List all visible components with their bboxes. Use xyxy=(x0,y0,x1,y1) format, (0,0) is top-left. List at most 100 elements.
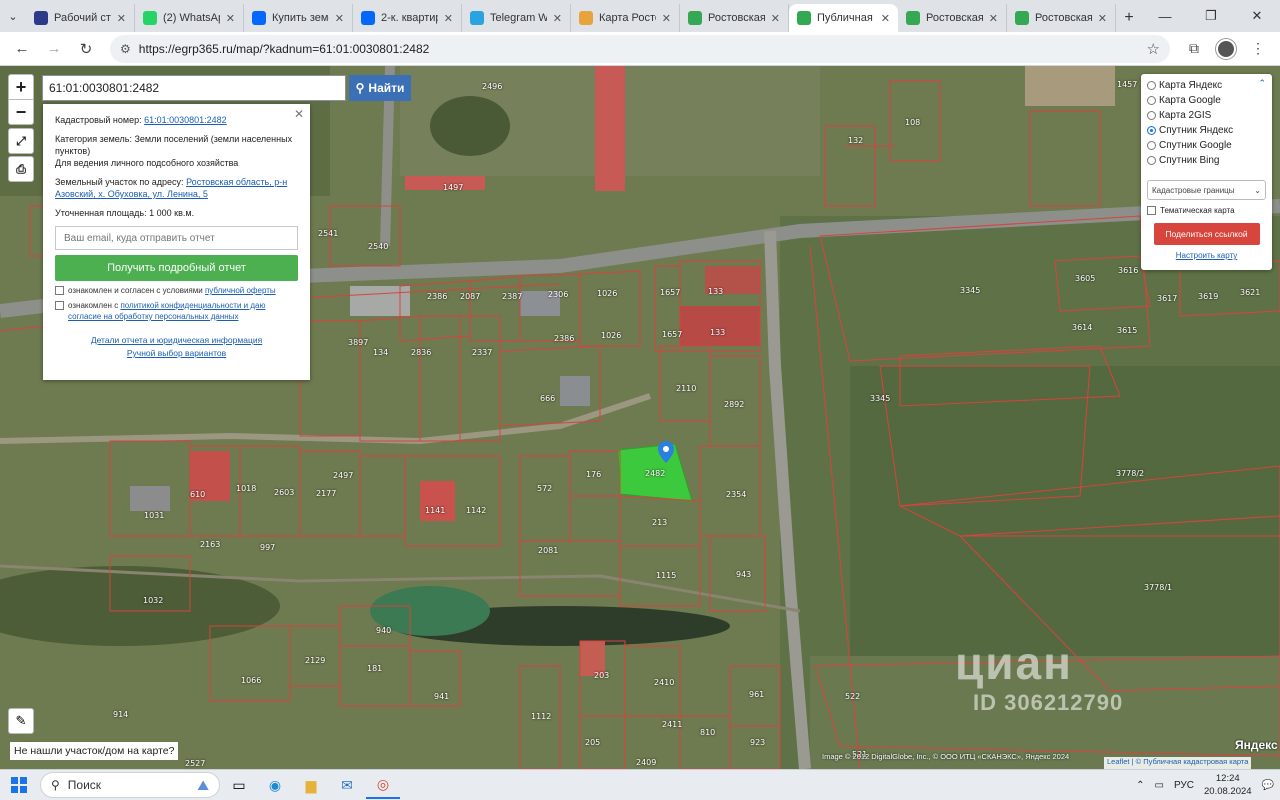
profile-avatar[interactable] xyxy=(1212,35,1240,63)
report-details-link[interactable]: Детали отчета и юридическая информация xyxy=(91,335,262,345)
bookmark-star-icon[interactable]: ☆ xyxy=(1147,40,1160,58)
base-layer-option[interactable]: Карта Яндекс xyxy=(1147,78,1266,93)
taskbar-search[interactable]: ⚲ Поиск ⛰ xyxy=(40,772,220,798)
parcel-number-label: 2177 xyxy=(316,489,337,498)
minimize-icon[interactable]: — xyxy=(1142,9,1188,24)
parcel-number-label: 2087 xyxy=(460,292,481,301)
back-icon[interactable]: ← xyxy=(8,35,36,63)
offer-checkbox[interactable] xyxy=(55,286,64,295)
zoom-out-button[interactable]: − xyxy=(8,99,34,125)
parcel-number-label: 2386 xyxy=(554,334,575,343)
chevron-up-icon[interactable]: ⌃ xyxy=(1136,780,1144,791)
cadastral-map[interactable]: 2496 1457 1497 132 108 2541 2540 2386 2087 2387 23… xyxy=(0,66,1280,769)
share-link-button[interactable]: Поделиться ссылкой xyxy=(1153,223,1260,245)
base-layer-option[interactable]: Спутник Google xyxy=(1147,138,1266,153)
browser-tab[interactable]: Ростовская о ✕ xyxy=(1007,4,1116,32)
base-layer-option[interactable]: Спутник Bing xyxy=(1147,153,1266,168)
tab-close-icon[interactable]: ✕ xyxy=(553,12,562,25)
get-report-button[interactable]: Получить подробный отчет xyxy=(55,255,298,281)
browser-tab[interactable]: Рабочий сто ✕ xyxy=(26,4,135,32)
leaflet-attribution[interactable]: Leaflet | © Публичная кадастровая карта xyxy=(1104,757,1252,769)
email-field[interactable] xyxy=(55,226,298,250)
base-layer-option[interactable]: Карта 2GIS xyxy=(1147,108,1266,123)
overlay-select[interactable]: Кадастровые границы ⌄ xyxy=(1147,180,1266,200)
print-icon[interactable]: ⎙ xyxy=(8,156,34,182)
tab-title: Рабочий сто xyxy=(54,12,111,24)
public-offer-link[interactable]: публичной оферты xyxy=(205,286,276,295)
customize-map-link[interactable]: Настроить карту xyxy=(1147,251,1266,260)
file-explorer-icon[interactable]: ▆ xyxy=(294,771,328,799)
fullscreen-icon[interactable]: ⤢ xyxy=(8,128,34,154)
whatsapp-icon xyxy=(143,11,157,25)
browser-menu-icon[interactable]: ⋮ xyxy=(1244,35,1272,63)
tab-close-icon[interactable]: ✕ xyxy=(989,12,998,25)
new-tab-button[interactable]: + xyxy=(1116,4,1142,32)
windows-start-icon[interactable] xyxy=(6,772,32,798)
radio-button[interactable] xyxy=(1147,141,1156,150)
base-layer-option[interactable]: Карта Google xyxy=(1147,93,1266,108)
tab-close-icon[interactable]: ✕ xyxy=(226,12,235,25)
browser-tab[interactable]: 2-к. квартир ✕ xyxy=(353,4,462,32)
close-icon[interactable]: ✕ xyxy=(294,108,304,120)
browser-tab[interactable]: Карта Ростов ✕ xyxy=(571,4,680,32)
tab-close-icon[interactable]: ✕ xyxy=(117,12,126,25)
forward-icon[interactable]: → xyxy=(40,35,68,63)
browser-tab[interactable]: Ростовская о ✕ xyxy=(680,4,789,32)
browser-tab[interactable]: Telegram We ✕ xyxy=(462,4,571,32)
clock-time: 12:24 xyxy=(1215,773,1240,784)
close-window-icon[interactable]: ✕ xyxy=(1234,8,1280,24)
browser-tab[interactable]: (2) WhatsApp ✕ xyxy=(135,4,244,32)
offer-agreement-text: ознакомлен и согласен с условиями xyxy=(68,286,203,295)
privacy-checkbox[interactable] xyxy=(55,301,64,310)
network-icon[interactable]: ▭ xyxy=(1155,780,1164,791)
tab-close-icon[interactable]: ✕ xyxy=(771,12,780,25)
address-bar[interactable]: ⚙ https://egrp365.ru/map/?kadnum=61:01:0… xyxy=(110,34,1170,63)
browser-tab[interactable]: Публичная к ✕ xyxy=(789,4,898,32)
manual-selection-link[interactable]: Ручной выбор вариантов xyxy=(127,348,226,358)
radio-button[interactable] xyxy=(1147,126,1156,135)
tab-close-icon[interactable]: ✕ xyxy=(662,12,671,25)
land-purpose: Для ведения личного подсобного хозяйства xyxy=(55,158,239,168)
chrome-browser-icon[interactable]: ◎ xyxy=(366,771,400,799)
maximize-icon[interactable]: ❐ xyxy=(1188,8,1234,24)
language-indicator[interactable]: РУС xyxy=(1174,780,1194,791)
site-settings-icon[interactable]: ⚙ xyxy=(120,42,131,56)
radio-button[interactable] xyxy=(1147,81,1156,90)
browser-tab-strip: ⌄ Рабочий сто✕(2) WhatsApp✕Купить земе✕2… xyxy=(0,0,1280,32)
parcel-number-label: 2892 xyxy=(724,400,745,409)
radio-button[interactable] xyxy=(1147,96,1156,105)
thematic-map-toggle[interactable]: Тематическая карта xyxy=(1147,206,1266,215)
location-pin-icon[interactable] xyxy=(658,441,674,463)
parcel-number-label: 997 xyxy=(260,543,276,552)
base-layer-option[interactable]: Спутник Яндекс xyxy=(1147,123,1266,138)
url-text[interactable]: https://egrp365.ru/map/?kadnum=61:01:003… xyxy=(139,42,1139,56)
browser-tab[interactable]: Купить земе ✕ xyxy=(244,4,353,32)
radio-button[interactable] xyxy=(1147,156,1156,165)
tab-close-icon[interactable]: ✕ xyxy=(1098,12,1107,25)
reload-icon[interactable]: ↻ xyxy=(72,35,100,63)
edge-browser-icon[interactable]: ◉ xyxy=(258,771,292,799)
task-view-icon[interactable]: ▭ xyxy=(222,771,256,799)
parcel-number-label: 810 xyxy=(700,728,716,737)
parcel-number-label: 2386 xyxy=(427,292,448,301)
parcel-number-label: 2541 xyxy=(318,229,339,238)
radio-button[interactable] xyxy=(1147,111,1156,120)
tab-close-icon[interactable]: ✕ xyxy=(444,12,453,25)
cadastral-search-input[interactable] xyxy=(42,75,346,101)
browser-tab[interactable]: Ростовская о ✕ xyxy=(898,4,1007,32)
cadastral-number-link[interactable]: 61:01:0030801:2482 xyxy=(144,115,227,125)
tab-close-icon[interactable]: ✕ xyxy=(881,12,890,25)
extensions-icon[interactable]: ⧉ xyxy=(1180,35,1208,63)
chevron-up-icon[interactable]: ⌃ xyxy=(1258,78,1266,89)
tab-search-icon[interactable]: ⌄ xyxy=(0,0,26,32)
zoom-in-button[interactable]: + xyxy=(8,74,34,100)
tab-close-icon[interactable]: ✕ xyxy=(335,12,344,25)
cian-icon xyxy=(361,11,375,25)
clock[interactable]: 12:24 20.08.2024 xyxy=(1204,772,1252,798)
not-found-link[interactable]: Не нашли участок/дом на карте? xyxy=(10,742,179,760)
search-button[interactable]: ⚲ Найти xyxy=(349,75,411,101)
pencil-icon[interactable]: ✎ xyxy=(8,708,34,734)
thematic-checkbox[interactable] xyxy=(1147,206,1156,215)
notifications-icon[interactable]: 💬 xyxy=(1262,780,1274,791)
mail-icon[interactable]: ✉ xyxy=(330,771,364,799)
